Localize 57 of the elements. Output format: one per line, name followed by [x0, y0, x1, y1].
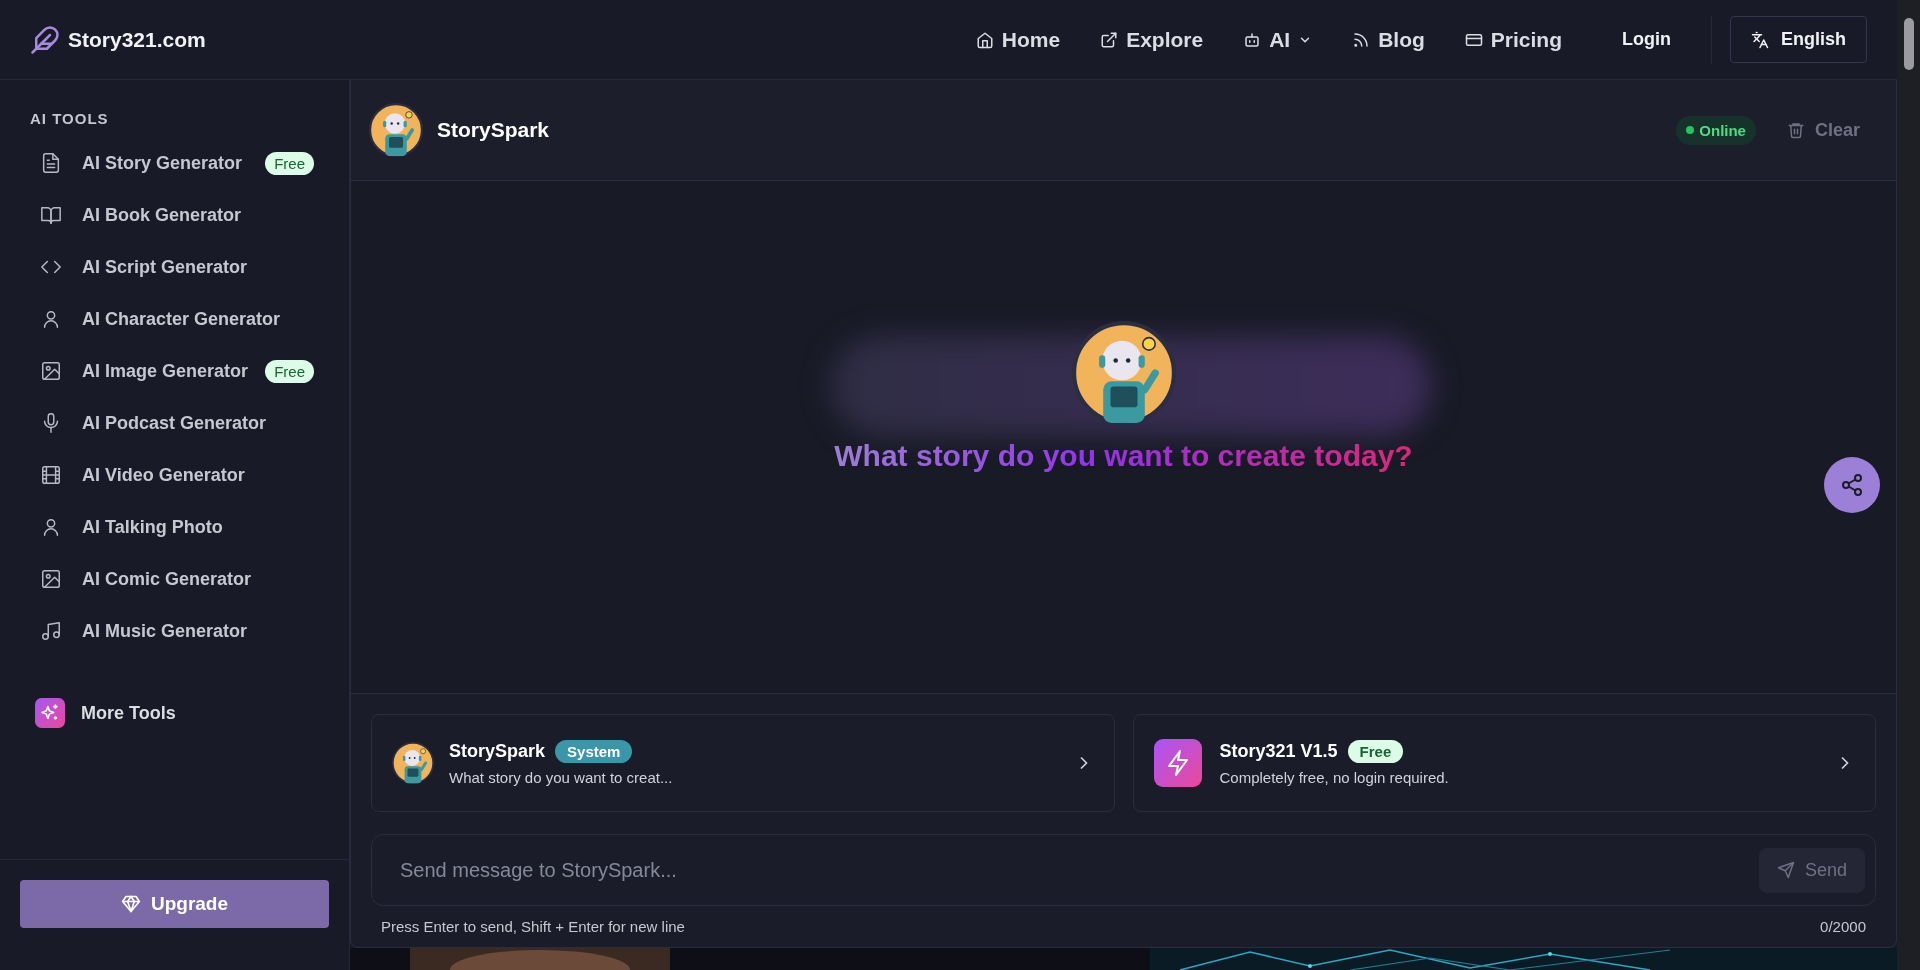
- gem-icon: [120, 894, 141, 914]
- image-icon: [40, 568, 62, 590]
- sidebar-item[interactable]: AI Story Generator Free: [0, 137, 349, 189]
- sidebar-item[interactable]: AI Script Generator: [0, 241, 349, 293]
- model-card[interactable]: StorySpark System What story do you want to creat...: [371, 714, 1115, 812]
- sidebar-item[interactable]: AI Character Generator: [0, 293, 349, 345]
- input-hint: Press Enter to send, Shift + Enter for new line: [381, 918, 685, 935]
- sidebar-item[interactable]: AI Music Generator: [0, 605, 349, 657]
- robot-avatar: [369, 103, 423, 157]
- film-icon: [40, 464, 62, 486]
- free-badge: Free: [265, 359, 314, 383]
- sidebar-item[interactable]: AI Podcast Generator: [0, 397, 349, 449]
- home-icon: [975, 30, 994, 49]
- bot-icon: [1243, 30, 1262, 49]
- online-status: Online: [1676, 115, 1756, 145]
- sidebar-item[interactable]: AI Video Generator: [0, 449, 349, 501]
- sidebar-item[interactable]: AI Talking Photo: [0, 501, 349, 553]
- send-icon: [1776, 861, 1795, 879]
- card-badge: System: [555, 740, 633, 763]
- card-subtitle: Completely free, no login required.: [1219, 769, 1450, 786]
- external-icon: [1100, 30, 1119, 49]
- nav-link[interactable]: Home: [975, 27, 1061, 52]
- language-button[interactable]: English: [1730, 16, 1867, 63]
- lightning-icon: [1153, 739, 1202, 787]
- nav-link[interactable]: AI: [1243, 27, 1313, 52]
- share-icon: [1840, 473, 1864, 497]
- robot-avatar: [392, 742, 434, 784]
- trash-icon: [1786, 121, 1805, 139]
- share-button[interactable]: [1824, 457, 1880, 513]
- free-badge: Free: [265, 151, 314, 175]
- model-card[interactable]: Story321 V1.5 Free Completely free, no login required.: [1132, 714, 1876, 812]
- card-badge: Free: [1347, 740, 1404, 763]
- book-icon: [40, 204, 62, 226]
- music-icon: [40, 620, 62, 642]
- card-subtitle: What story do you want to creat...: [449, 769, 674, 786]
- site-logo-text[interactable]: Story321.com: [68, 27, 206, 52]
- nav-link[interactable]: Pricing: [1464, 27, 1562, 52]
- sparkles-icon: [35, 698, 65, 728]
- nav-link[interactable]: Explore: [1100, 27, 1204, 52]
- rss-icon: [1352, 30, 1371, 49]
- translate-icon: [1751, 30, 1769, 49]
- card-title: Story321 V1.5: [1219, 741, 1338, 762]
- sidebar-item[interactable]: AI Book Generator: [0, 189, 349, 241]
- nav-link[interactable]: Blog: [1352, 27, 1425, 52]
- more-tools-link[interactable]: More Tools: [0, 687, 349, 739]
- sidebar-item[interactable]: AI Comic Generator: [0, 553, 349, 605]
- login-link[interactable]: Login: [1622, 29, 1671, 50]
- image-icon: [40, 360, 62, 382]
- feather-logo-icon: [30, 24, 60, 55]
- character-counter: 0/2000: [1820, 918, 1866, 935]
- sidebar-item[interactable]: AI Image Generator Free: [0, 345, 349, 397]
- card-title: StorySpark: [449, 741, 546, 762]
- file-icon: [40, 152, 62, 174]
- upgrade-button[interactable]: Upgrade: [20, 880, 329, 928]
- scrollbar[interactable]: [1897, 0, 1920, 970]
- section-heading: AI TOOLS: [29, 110, 110, 127]
- bot-name: StorySpark: [437, 118, 550, 142]
